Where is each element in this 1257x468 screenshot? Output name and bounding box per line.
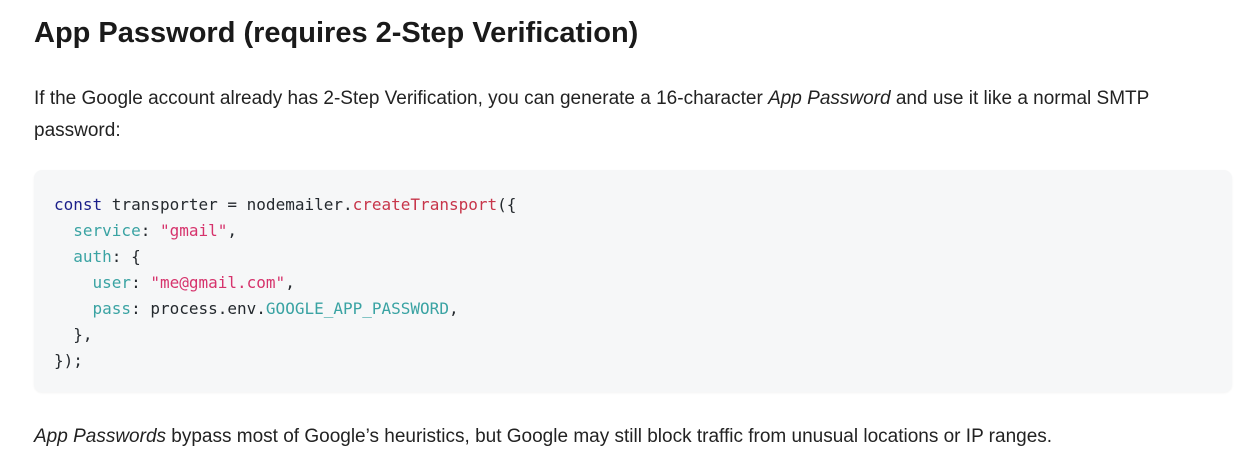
code-plain: , xyxy=(448,299,459,318)
code-plain: transporter = nodemailer. xyxy=(102,195,353,214)
footer-emphasis: App Passwords xyxy=(34,426,167,447)
code-line-7: }); xyxy=(54,351,83,370)
code-plain: , xyxy=(285,273,295,292)
intro-text-before: If the Google account already has 2-Step… xyxy=(34,88,769,109)
code-string: "gmail" xyxy=(159,221,228,240)
code-plain: : process.env. xyxy=(131,299,266,318)
code-plain: : xyxy=(140,221,160,240)
code-constant: GOOGLE_APP_PASSWORD xyxy=(265,299,449,318)
code-plain: : { xyxy=(111,247,141,266)
intro-paragraph: If the Google account already has 2-Step… xyxy=(34,83,1224,147)
code-key: auth xyxy=(73,247,112,266)
section-heading: App Password (requires 2-Step Verificati… xyxy=(34,17,639,49)
code-content: const transporter = nodemailer.createTra… xyxy=(54,192,516,374)
code-line-5: pass: process.env.GOOGLE_APP_PASSWORD, xyxy=(54,299,459,318)
code-line-2: service: "gmail", xyxy=(54,221,237,240)
code-string: "me@gmail.com" xyxy=(150,273,286,292)
code-line-4: user: "me@gmail.com", xyxy=(54,273,295,292)
code-block[interactable]: const transporter = nodemailer.createTra… xyxy=(34,170,1232,392)
code-function: createTransport xyxy=(352,195,498,214)
code-key: user xyxy=(92,273,132,292)
code-line-1: const transporter = nodemailer.createTra… xyxy=(54,195,516,214)
code-plain: ({ xyxy=(497,195,517,214)
code-key: service xyxy=(73,221,141,240)
code-plain: : xyxy=(131,273,151,292)
intro-emphasis: App Password xyxy=(768,88,891,109)
code-plain: , xyxy=(227,221,238,240)
footer-paragraph: App Passwords bypass most of Google’s he… xyxy=(34,421,1052,453)
code-key: pass xyxy=(92,299,132,318)
code-line-3: auth: { xyxy=(54,247,141,266)
footer-text: bypass most of Google’s heuristics, but … xyxy=(166,426,1053,447)
code-keyword: const xyxy=(54,195,103,214)
code-line-6: }, xyxy=(54,325,93,344)
